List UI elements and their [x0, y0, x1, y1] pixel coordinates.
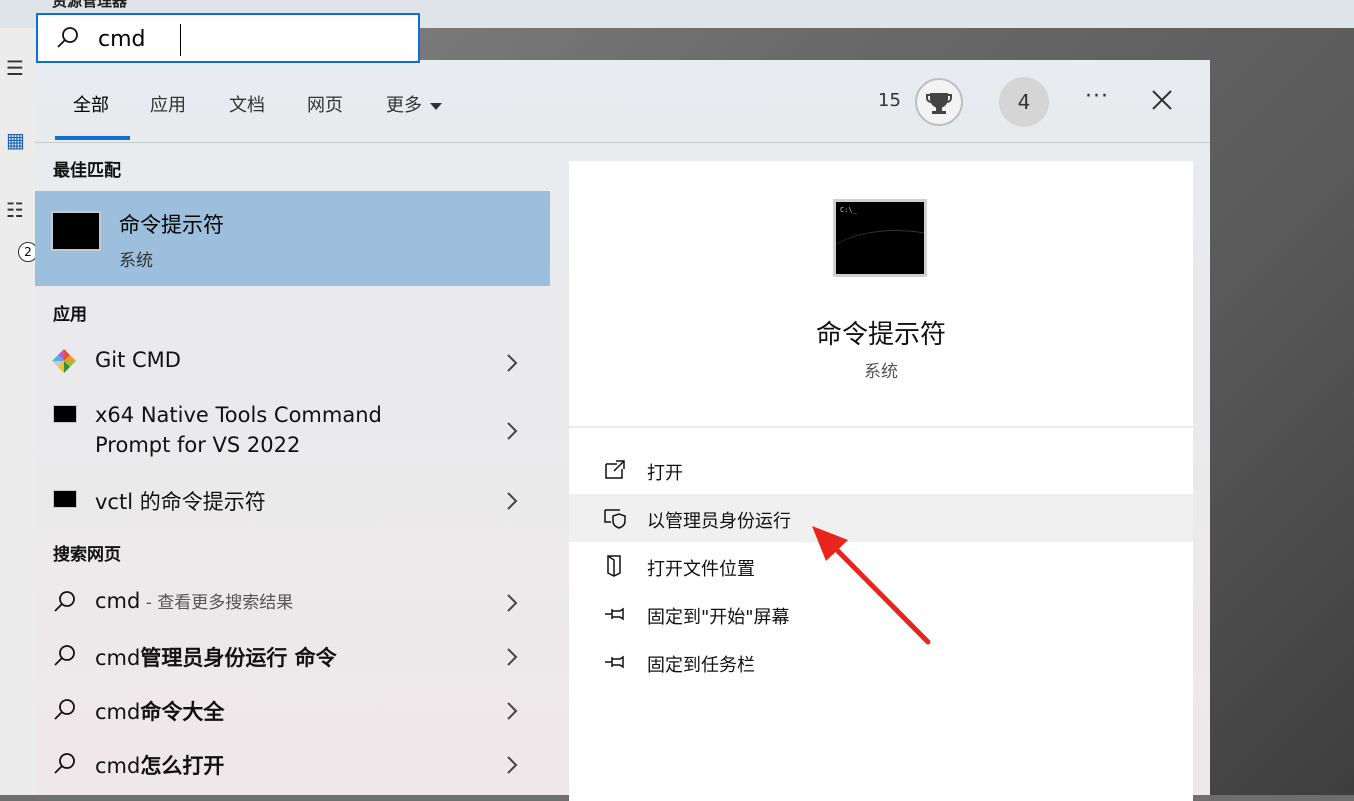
menu-icon[interactable]: ☰ [6, 56, 24, 80]
action-open[interactable]: 打开 [569, 446, 1193, 494]
action-run-as-admin[interactable]: 以管理员身份运行 [569, 494, 1193, 542]
search-icon [57, 27, 78, 48]
action-pin-to-taskbar[interactable]: 固定到任务栏 [569, 638, 1193, 686]
command-prompt-large-icon: C:\_ [833, 199, 927, 277]
action-pin-to-start[interactable]: 固定到"开始"屏幕 [569, 590, 1193, 638]
web-query: cmd怎么打开 [95, 750, 224, 780]
action-label: 以管理员身份运行 [647, 511, 791, 532]
detail-subtitle: 系统 [864, 362, 898, 382]
list-item[interactable]: cmd - 查看更多搜索结果 [35, 576, 550, 630]
chevron-right-icon[interactable] [505, 593, 519, 613]
command-prompt-icon [53, 405, 77, 423]
chevron-right-icon[interactable] [505, 755, 519, 775]
rewards-points: 15 [878, 90, 901, 111]
command-prompt-icon [51, 211, 101, 251]
best-match-subtitle: 系统 [119, 251, 153, 271]
action-label: 固定到"开始"屏幕 [647, 607, 790, 628]
query-term: cmd [95, 754, 141, 778]
list-item[interactable]: vctl 的命令提示符 [35, 474, 550, 528]
list-item[interactable]: cmd怎么打开 [35, 738, 550, 792]
web-query: cmd命令大全 [95, 696, 224, 726]
detail-title: 命令提示符 [815, 320, 946, 350]
rewards-button[interactable] [915, 78, 963, 126]
text-caret [180, 24, 181, 56]
trophy-icon [926, 93, 952, 114]
grid-view-icon[interactable]: ▦ [6, 128, 25, 152]
action-label: 打开 [647, 463, 683, 484]
icon-sheen [836, 230, 924, 274]
web-query: cmd - 查看更多搜索结果 [95, 588, 293, 613]
search-input[interactable] [96, 23, 400, 55]
profile-count-button[interactable]: 4 [999, 77, 1049, 127]
folder-location-icon [607, 555, 621, 577]
chevron-right-icon[interactable] [505, 353, 519, 373]
app-name-line2: Prompt for VS 2022 [95, 433, 301, 457]
pin-icon [605, 607, 624, 621]
pin-icon [605, 655, 624, 669]
search-icon [54, 645, 75, 666]
search-box[interactable] [36, 13, 420, 63]
detail-pane: C:\_ 命令提示符 系统 打开 以管理员身份运行 打开文件位置 固定到"开始"… [569, 161, 1193, 801]
list-item[interactable]: x64 Native Tools Command Prompt for VS 2… [35, 398, 550, 468]
query-suffix: 命令大全 [140, 700, 225, 724]
app-name: vctl 的命令提示符 [95, 490, 266, 514]
open-icon [605, 460, 625, 479]
search-icon [54, 699, 75, 720]
query-suffix: 管理员身份运行 命令 [140, 646, 337, 670]
results-list: 最佳匹配 命令提示符 系统 应用 Git CMD x64 Native Tool… [35, 60, 550, 795]
web-query: cmd管理员身份运行 命令 [95, 642, 337, 672]
section-web: 搜索网页 [53, 545, 121, 565]
list-item[interactable]: Git CMD [35, 336, 550, 390]
window-title: 资源管理器 [52, 0, 128, 10]
action-label: 打开文件位置 [647, 559, 755, 580]
query-term: cmd [95, 589, 141, 613]
action-open-file-location[interactable]: 打开文件位置 [569, 542, 1193, 590]
admin-shield-icon [604, 509, 626, 529]
best-match-result[interactable]: 命令提示符 系统 [35, 191, 550, 286]
explorer-side-strip: ☰ ▦ ☷ 2 [0, 28, 38, 795]
list-item[interactable]: cmd管理员身份运行 命令 [35, 630, 550, 684]
chevron-right-icon[interactable] [505, 421, 519, 441]
query-suffix: 怎么打开 [140, 754, 225, 778]
icon-prompt-text: C:\_ [840, 206, 857, 214]
query-hint: - 查看更多搜索结果 [140, 593, 294, 613]
best-match-title: 命令提示符 [119, 213, 224, 237]
list-view-icon[interactable]: ☷ [6, 198, 24, 222]
section-best-match: 最佳匹配 [53, 161, 121, 181]
command-prompt-icon [53, 490, 77, 508]
section-apps: 应用 [53, 305, 87, 325]
chevron-right-icon[interactable] [505, 701, 519, 721]
query-term: cmd [95, 700, 141, 724]
more-options-button[interactable]: ··· [1085, 84, 1109, 109]
query-term: cmd [95, 646, 141, 670]
close-icon[interactable] [1150, 88, 1174, 112]
search-icon [54, 753, 75, 774]
search-icon [54, 591, 75, 612]
divider [569, 426, 1193, 428]
chevron-right-icon[interactable] [505, 647, 519, 667]
action-label: 固定到任务栏 [647, 655, 755, 676]
app-name-line1: x64 Native Tools Command [95, 403, 382, 427]
list-item[interactable]: cmd命令大全 [35, 684, 550, 738]
chevron-right-icon[interactable] [505, 491, 519, 511]
app-name: Git CMD [95, 348, 181, 372]
git-cmd-icon [52, 349, 76, 373]
